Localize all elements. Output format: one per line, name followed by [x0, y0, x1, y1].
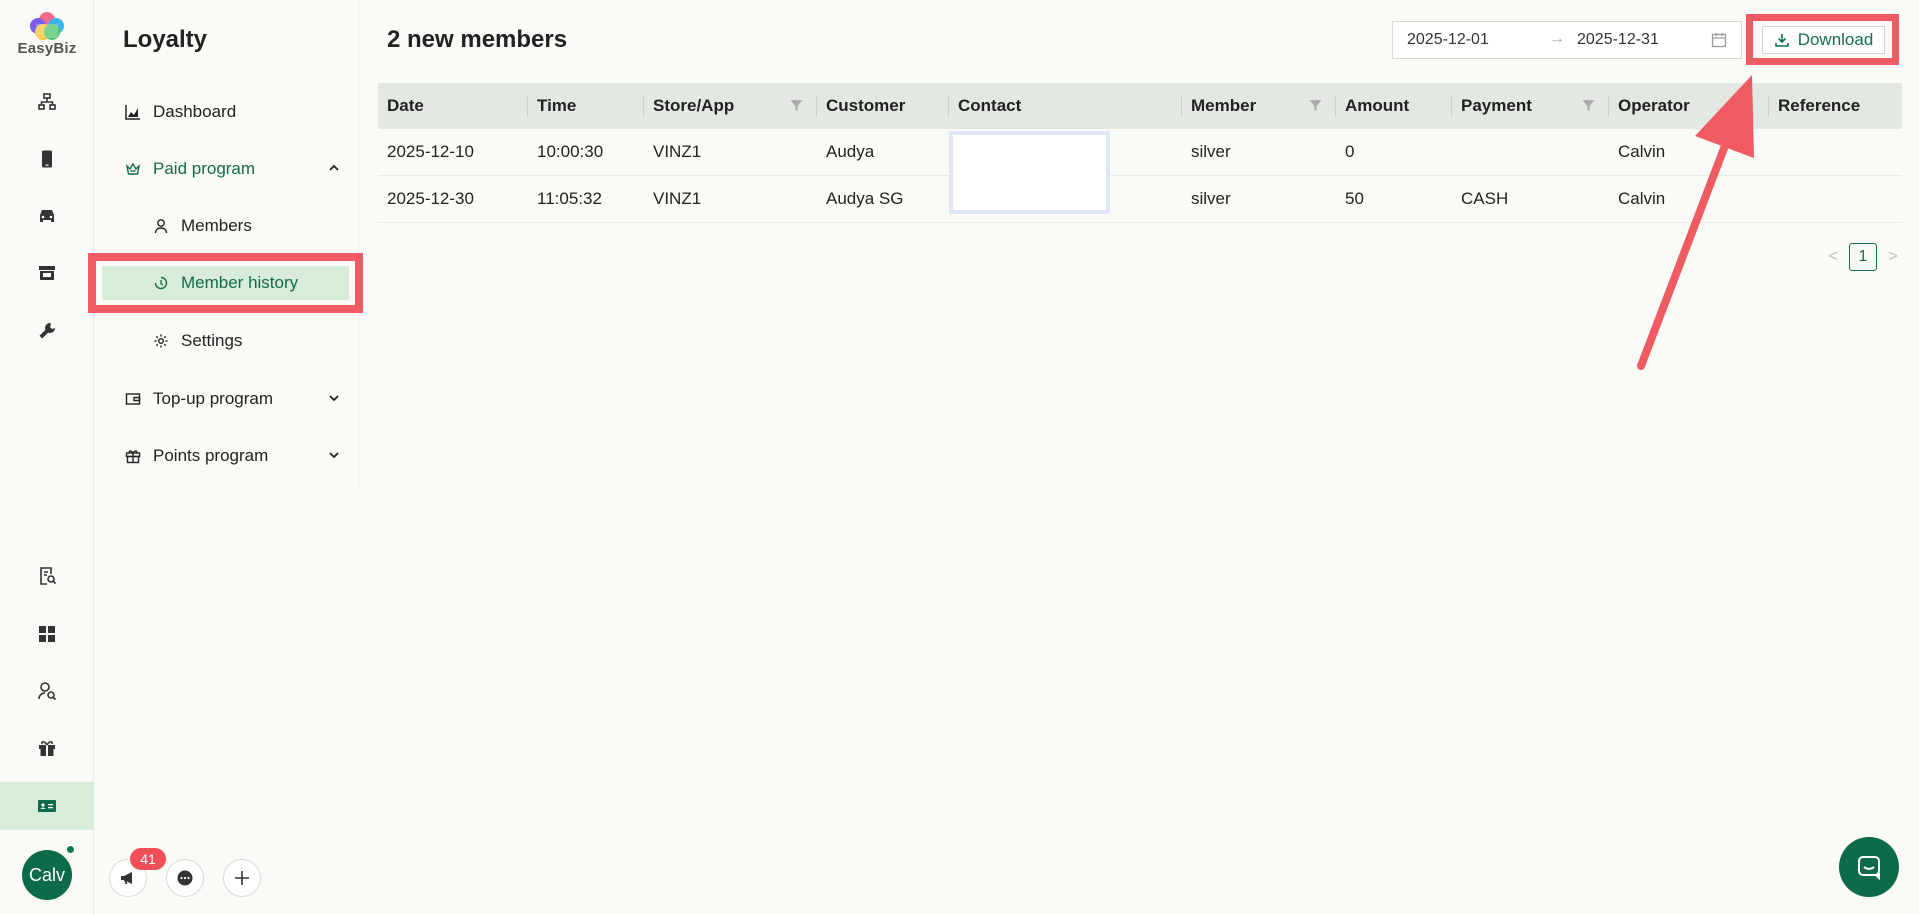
- cell-date: 2025-12-30: [387, 189, 474, 208]
- cell-customer: Audya SG: [826, 189, 904, 208]
- filter-icon[interactable]: [1309, 99, 1322, 112]
- cell-store: VINZ1: [653, 189, 702, 208]
- cell-time: 10:00:30: [537, 142, 604, 161]
- avatar-initials: Calv: [28, 864, 65, 885]
- cell-payment: [1452, 129, 1461, 175]
- chevron-down-icon[interactable]: [327, 391, 341, 405]
- column-label: Amount: [1345, 96, 1410, 115]
- cell-member: silver: [1191, 142, 1231, 161]
- member-card-icon[interactable]: [0, 782, 94, 830]
- notification-badge: 41: [130, 848, 166, 870]
- date-range-picker[interactable]: 2025-12-01 → 2025-12-31: [1392, 21, 1742, 59]
- wallet-icon: [123, 389, 143, 409]
- dashboard-grid-icon[interactable]: [0, 614, 94, 654]
- logo-icon: [30, 12, 64, 40]
- cell-amount: 0: [1345, 142, 1355, 161]
- nav-item-settings[interactable]: Settings: [95, 318, 359, 364]
- column-label: Contact: [958, 96, 1022, 115]
- highlight-box-member-history: [88, 253, 363, 313]
- nav-item-paid-program[interactable]: Paid program: [95, 146, 359, 192]
- column-header-reference[interactable]: Reference: [1769, 83, 1902, 129]
- nav-label: Settings: [181, 331, 243, 350]
- next-page-button[interactable]: >: [1883, 248, 1903, 266]
- nav-item-top-up-program[interactable]: Top-up program: [95, 376, 359, 422]
- section-title: Loyalty: [123, 26, 208, 53]
- crown-icon: [123, 159, 143, 179]
- user-icon: [151, 216, 171, 236]
- column-header-amount[interactable]: Amount: [1336, 83, 1452, 129]
- chat-icon: [1858, 856, 1880, 881]
- messages-button[interactable]: [166, 859, 204, 897]
- column-label: Store/App: [653, 96, 735, 115]
- page-title: 2 new members: [387, 26, 568, 53]
- cell-customer: Audya: [826, 142, 875, 161]
- download-icon: [1774, 34, 1789, 47]
- filter-icon[interactable]: [790, 99, 803, 112]
- gear-icon: [151, 331, 171, 351]
- column-header-contact[interactable]: Contact: [949, 83, 1182, 129]
- loyalty-nav: Loyalty Dashboard Paid program Members M…: [95, 0, 359, 490]
- plus-icon: [235, 871, 249, 885]
- user-avatar[interactable]: Calv: [22, 850, 72, 900]
- icon-rail: EasyBiz: [0, 0, 94, 914]
- gift-icon[interactable]: [0, 728, 94, 768]
- report-search-icon[interactable]: [0, 556, 94, 596]
- cell-date: 2025-12-10: [387, 142, 474, 161]
- chevron-up-icon[interactable]: [327, 161, 341, 175]
- column-label: Date: [387, 96, 424, 115]
- start-date-input[interactable]: 2025-12-01: [1407, 31, 1489, 49]
- cell-member: silver: [1191, 189, 1231, 208]
- pagination: < 1 >: [1823, 243, 1903, 271]
- store-icon[interactable]: [0, 253, 94, 293]
- chart-icon: [123, 102, 143, 122]
- column-label: Member: [1191, 96, 1257, 115]
- nav-label: Dashboard: [153, 102, 237, 121]
- add-button[interactable]: [223, 859, 261, 897]
- annotation-arrow: [1637, 75, 1754, 370]
- page-number-current[interactable]: 1: [1849, 243, 1877, 271]
- column-header-customer[interactable]: Customer: [817, 83, 949, 129]
- prev-page-button[interactable]: <: [1823, 248, 1843, 266]
- megaphone-icon: [121, 872, 132, 884]
- column-header-payment[interactable]: Payment: [1452, 83, 1609, 129]
- cell-amount: 50: [1345, 189, 1364, 208]
- nav-item-dashboard[interactable]: Dashboard: [95, 89, 359, 135]
- nav-item-points-program[interactable]: Points program: [95, 433, 359, 479]
- end-date-input[interactable]: 2025-12-31: [1577, 31, 1659, 49]
- nav-label: Paid program: [153, 159, 256, 178]
- column-header-time[interactable]: Time: [528, 83, 644, 129]
- wrench-icon[interactable]: [0, 311, 94, 351]
- hierarchy-icon[interactable]: [0, 82, 94, 122]
- redacted-contact-box: [949, 131, 1110, 214]
- logo[interactable]: EasyBiz: [12, 10, 82, 57]
- nav-item-members[interactable]: Members: [95, 203, 359, 249]
- brand-name: EasyBiz: [17, 40, 77, 57]
- filter-icon[interactable]: [1582, 99, 1595, 112]
- nav-label: Points program: [153, 446, 269, 465]
- support-chat-button[interactable]: [1839, 837, 1899, 897]
- column-header-date[interactable]: Date: [378, 83, 528, 129]
- column-label: Payment: [1461, 96, 1532, 115]
- download-label: Download: [1797, 30, 1874, 49]
- column-label: Reference: [1778, 96, 1861, 115]
- column-header-store-app[interactable]: Store/App: [644, 83, 817, 129]
- chat-bubble-icon: [177, 870, 193, 886]
- nav-label: Members: [181, 216, 252, 235]
- cell-payment: CASH: [1461, 189, 1509, 208]
- column-label: Customer: [826, 96, 906, 115]
- cell-time: 11:05:32: [537, 189, 602, 208]
- users-search-icon[interactable]: [0, 671, 94, 711]
- phone-icon[interactable]: [0, 139, 94, 179]
- range-separator: →: [1549, 30, 1565, 47]
- chevron-down-icon[interactable]: [327, 448, 341, 462]
- cell-store: VINZ1: [653, 142, 702, 161]
- online-status-dot: [66, 845, 75, 854]
- nav-label: Top-up program: [153, 389, 274, 408]
- column-label: Time: [537, 96, 577, 115]
- car-icon[interactable]: [0, 196, 94, 236]
- calendar-icon[interactable]: [1711, 32, 1727, 48]
- column-header-member[interactable]: Member: [1182, 83, 1336, 129]
- download-button[interactable]: Download: [1762, 26, 1885, 54]
- gift-icon: [123, 446, 143, 466]
